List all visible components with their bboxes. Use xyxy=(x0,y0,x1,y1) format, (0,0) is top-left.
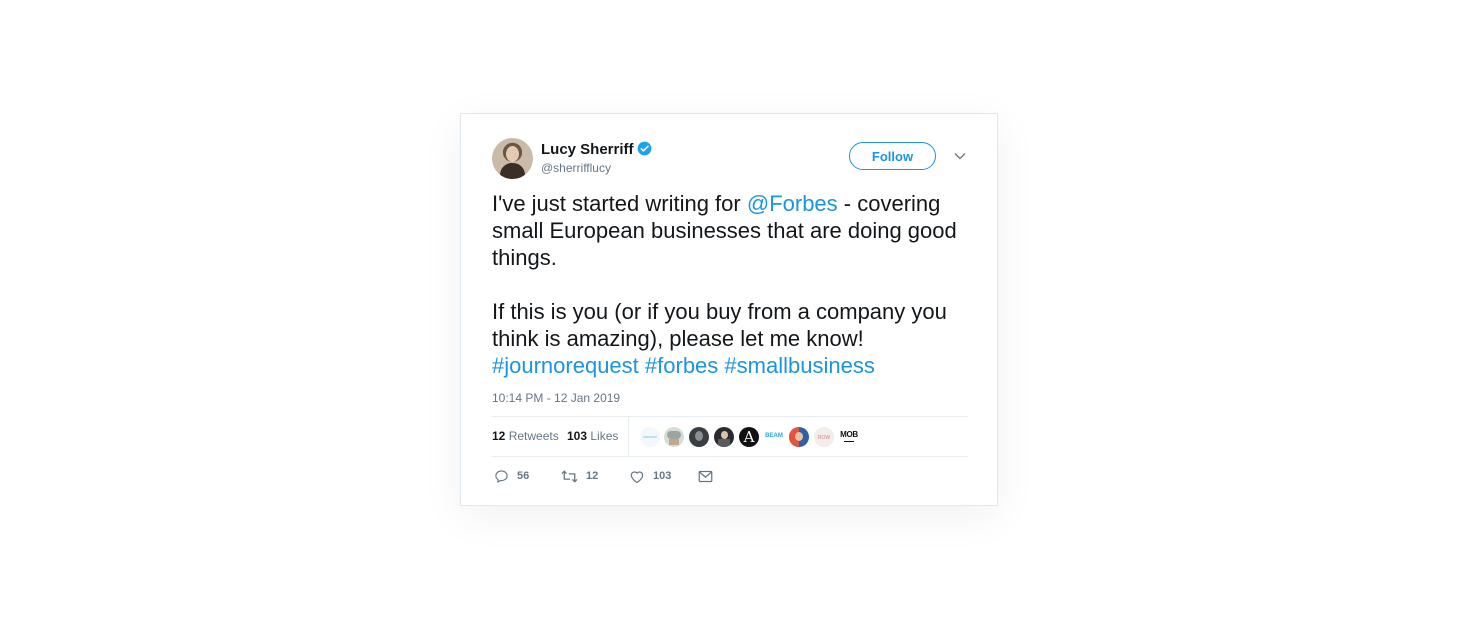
mob-logo-avatar[interactable]: MOB xyxy=(839,427,859,447)
reply-icon xyxy=(495,469,508,483)
hashtag-link[interactable]: #forbes xyxy=(645,353,718,378)
author-name[interactable]: Lucy Sherriff xyxy=(541,141,634,158)
retweets-stat[interactable]: 12 Retweets xyxy=(492,429,559,443)
tweet-paragraph-1: I've just started writing for @Forbes - … xyxy=(492,191,957,270)
verified-badge-icon xyxy=(637,141,652,156)
reply-count: 56 xyxy=(517,470,530,482)
hashtag-link[interactable]: #smallbusiness xyxy=(724,353,874,378)
mention-forbes-link[interactable]: @Forbes xyxy=(747,191,838,216)
divider xyxy=(492,456,968,457)
like-count: 103 xyxy=(653,470,672,482)
tweet-card: Lucy Sherriff @sherrifflucy Follow I've … xyxy=(460,113,998,506)
tweet-hashtags: #journorequest #forbes #smallbusiness xyxy=(492,352,972,379)
heart-icon xyxy=(630,470,644,483)
tweet-header: Lucy Sherriff @sherrifflucy Follow xyxy=(492,138,968,180)
tweet-timestamp[interactable]: 10:14 PM - 12 Jan 2019 xyxy=(492,391,620,405)
beam-logo-avatar[interactable]: BEAM xyxy=(764,427,784,447)
dark-photo-avatar[interactable] xyxy=(689,427,709,447)
like-button[interactable]: 103 xyxy=(629,467,671,485)
pink-logo-avatar[interactable]: ROW xyxy=(814,427,834,447)
follow-button[interactable]: Follow xyxy=(849,142,936,170)
dark-photo-avatar-2[interactable] xyxy=(714,427,734,447)
tweet-text: I've just started writing for @Forbes - … xyxy=(492,190,972,379)
likes-stat[interactable]: 103 Likes xyxy=(567,429,618,443)
reply-button[interactable]: 56 xyxy=(494,467,529,485)
faint-logo-avatar[interactable] xyxy=(640,427,660,447)
tweet-actions: 56 12 103 xyxy=(492,467,792,487)
letter-a-logo-avatar[interactable]: A xyxy=(739,427,759,447)
share-button[interactable] xyxy=(698,467,721,485)
hashtag-link[interactable]: #journorequest xyxy=(492,353,639,378)
author-avatar[interactable] xyxy=(492,138,533,179)
tweet-paragraph-2: If this is you (or if you buy from a com… xyxy=(492,299,947,351)
retweet-icon xyxy=(561,469,578,483)
divider xyxy=(628,417,629,457)
tweet-stats: 12 Retweets 103 Likes A BEAM ROW MOB xyxy=(492,417,968,457)
chevron-down-icon[interactable] xyxy=(954,152,966,160)
retweet-count: 12 xyxy=(586,470,599,482)
author-handle[interactable]: @sherrifflucy xyxy=(541,161,611,175)
envelope-icon xyxy=(698,470,713,482)
photo-avatar-2[interactable] xyxy=(789,427,809,447)
photo-avatar-1[interactable] xyxy=(664,427,684,447)
retweet-button[interactable]: 12 xyxy=(561,467,598,485)
